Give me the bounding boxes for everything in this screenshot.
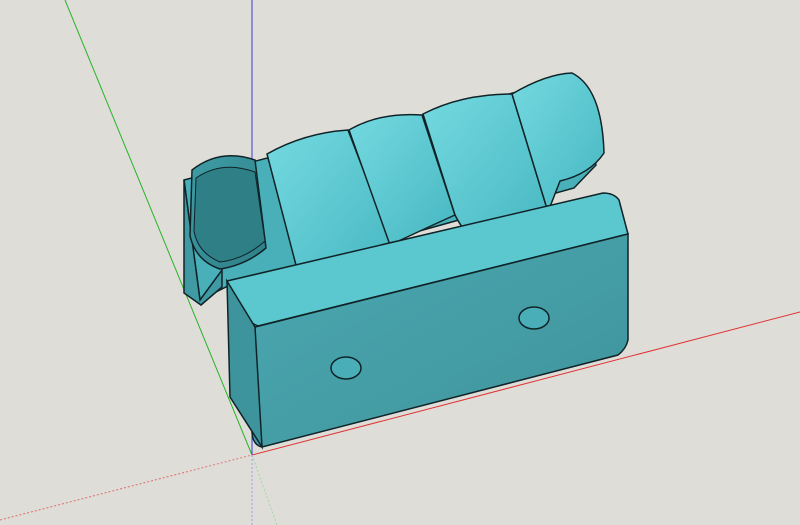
green-axis-dashed	[251, 454, 278, 525]
red-axis-dashed	[0, 454, 253, 521]
model-canvas[interactable]	[0, 0, 800, 525]
knuckle-left-face	[193, 166, 266, 263]
mounting-hole-right[interactable]	[518, 306, 550, 330]
mounting-hole-left[interactable]	[330, 356, 362, 380]
3d-viewport[interactable]	[0, 0, 800, 525]
